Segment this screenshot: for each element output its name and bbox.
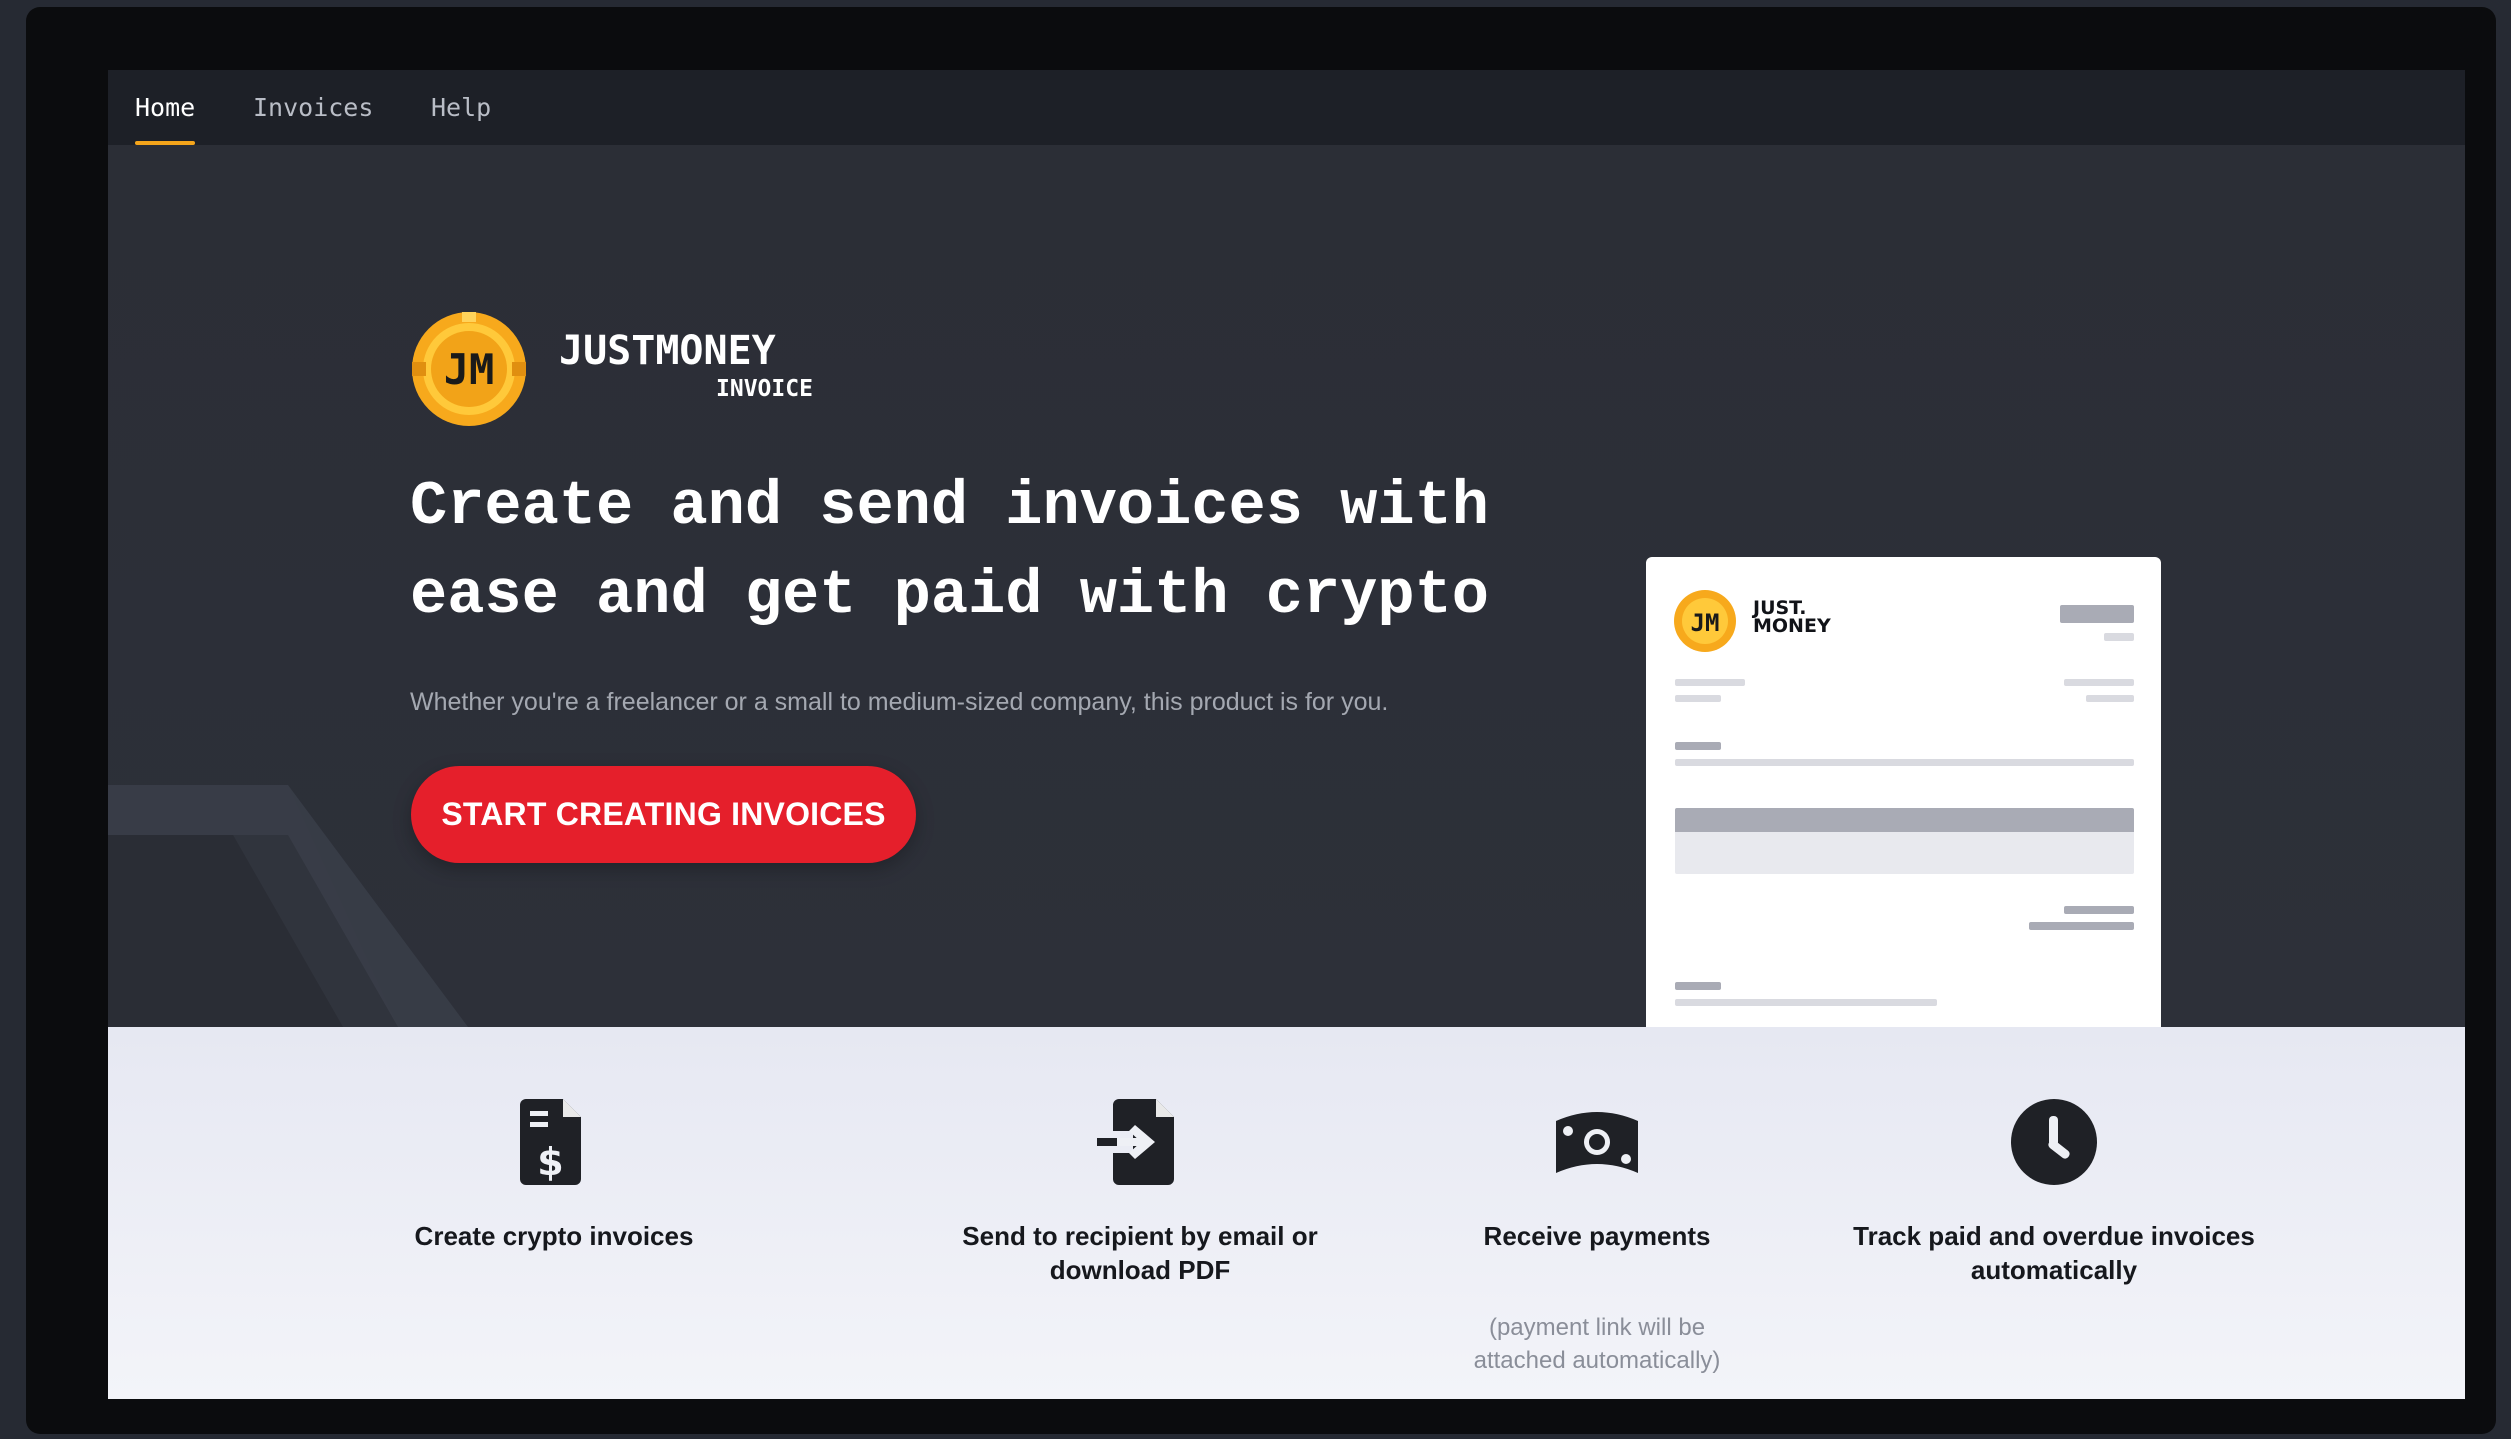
hero-subtitle: Whether you're a freelancer or a small t… <box>410 688 1389 716</box>
preview-placeholder-bar <box>2064 679 2134 686</box>
feature-note: (payment link will be attached automatic… <box>1473 1314 1721 1374</box>
preview-table-body <box>1675 832 2134 874</box>
preview-brand-line-2: MONEY <box>1753 615 1831 637</box>
nav-tab-help[interactable]: Help <box>431 70 491 145</box>
headline-line-2: ease and get paid with crypto <box>410 560 1489 631</box>
clock-icon <box>2011 1099 2097 1185</box>
features-section: $ Create crypto invoices Send to recipie… <box>108 1027 2465 1399</box>
nav-tab-home[interactable]: Home <box>135 70 196 145</box>
feature-title: Create crypto invoices <box>414 1221 694 1251</box>
nav-tab-invoices[interactable]: Invoices <box>253 70 373 145</box>
feature-receive-payments: Receive payments (payment link will be a… <box>1387 1027 1807 1399</box>
invoice-dollar-icon: $ <box>520 1099 581 1185</box>
feature-title: Receive payments <box>1483 1221 1711 1251</box>
preview-placeholder-bar <box>2060 605 2134 623</box>
nav-tab-invoices-label: Invoices <box>253 93 374 122</box>
preview-placeholder-bar <box>1675 695 1721 702</box>
invoice-preview-card: JM JUST. MONEY <box>1646 557 2161 1027</box>
preview-placeholder-bar <box>1675 742 1721 750</box>
feature-create-invoices: $ Create crypto invoices <box>344 1027 764 1399</box>
preview-placeholder-bar <box>1675 982 1721 990</box>
brand-product: INVOICE <box>716 376 813 402</box>
feature-title: Send to recipient by email or download P… <box>962 1221 1318 1285</box>
hero-section: JM JUSTMONEY INVOICE Create and send inv… <box>108 145 2465 1027</box>
coin-initials: JM <box>444 345 495 394</box>
preview-placeholder-bar <box>2064 906 2134 914</box>
app-window: Home Invoices Help JM JUSTMONEY INVOICE … <box>108 70 2465 1399</box>
coin-logo-icon: JM <box>412 312 526 426</box>
preview-table-header <box>1675 808 2134 832</box>
money-bill-icon <box>1556 1112 1638 1173</box>
preview-coin-icon: JM <box>1674 590 1736 652</box>
hero-headline: Create and send invoices with ease and g… <box>410 462 1590 640</box>
feature-title: Track paid and overdue invoices automati… <box>1853 1221 2255 1285</box>
preview-placeholder-bar <box>2086 695 2134 702</box>
preview-placeholder-bar <box>2104 633 2134 641</box>
svg-text:$: $ <box>537 1140 563 1184</box>
preview-placeholder-bar <box>1675 759 2134 766</box>
preview-placeholder-bar <box>1675 679 1745 686</box>
headline-line-1: Create and send invoices with <box>410 471 1489 542</box>
feature-track-invoices: Track paid and overdue invoices automati… <box>1844 1027 2264 1399</box>
monitor-frame: Home Invoices Help JM JUSTMONEY INVOICE … <box>26 7 2496 1434</box>
top-navigation: Home Invoices Help <box>108 70 2465 145</box>
nav-tab-home-label: Home <box>135 93 196 122</box>
preview-brand-name: JUST. MONEY <box>1753 599 1831 637</box>
preview-placeholder-bar <box>1675 999 1937 1006</box>
nav-tab-help-label: Help <box>431 93 492 122</box>
brand-name: JUSTMONEY <box>559 328 776 374</box>
preview-coin-initials: JM <box>1691 609 1720 637</box>
brand-logo: JM JUSTMONEY INVOICE <box>410 310 830 430</box>
file-send-icon <box>1097 1099 1174 1185</box>
feature-send-invoices: Send to recipient by email or download P… <box>930 1027 1350 1399</box>
start-creating-invoices-button[interactable]: START CREATING INVOICES <box>411 766 916 863</box>
preview-placeholder-bar <box>2029 922 2134 930</box>
